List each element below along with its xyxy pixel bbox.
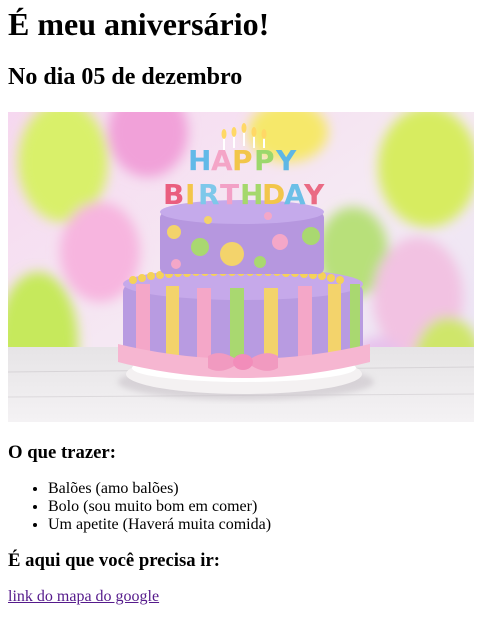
page: É meu aniversário! No dia 05 de dezembro — [0, 4, 488, 606]
cake-topper-letter: H — [188, 144, 211, 177]
cake-topper-letter: Y — [275, 144, 297, 177]
cake-topper-letter: H — [240, 178, 263, 211]
page-title: É meu aniversário! — [8, 6, 270, 42]
cake-topper-letter: R — [198, 178, 220, 211]
cake-topper-letter: T — [220, 178, 239, 211]
cake-topper-letter: B — [163, 178, 184, 211]
google-map-link[interactable]: link do mapa do google — [8, 588, 159, 605]
cake-topper-letter: D — [262, 178, 285, 211]
bring-title: O que trazer: — [8, 442, 116, 463]
page-subtitle: No dia 05 de dezembro — [8, 64, 243, 90]
cake-topper-letter: A — [211, 144, 233, 177]
cake-topper-letter: P — [232, 144, 253, 177]
map-link-paragraph: link do mapa do google — [8, 588, 480, 606]
cake-topper-letter: A — [284, 178, 306, 211]
list-item: Um apetite (Haverá muita comida) — [48, 516, 480, 534]
birthday-cake-image: H A P P Y B I R T H D A Y — [8, 112, 474, 422]
list-item: Balões (amo balões) — [48, 480, 480, 498]
cake-topper-letter: P — [254, 144, 275, 177]
bring-list: Balões (amo balões) Bolo (sou muito bom … — [8, 480, 480, 534]
list-item: Bolo (sou muito bom em comer) — [48, 498, 480, 516]
cake-topper-letter: Y — [303, 178, 325, 211]
location-title: É aqui que você precisa ir: — [8, 550, 220, 571]
cake-topper-letter: I — [185, 178, 195, 211]
